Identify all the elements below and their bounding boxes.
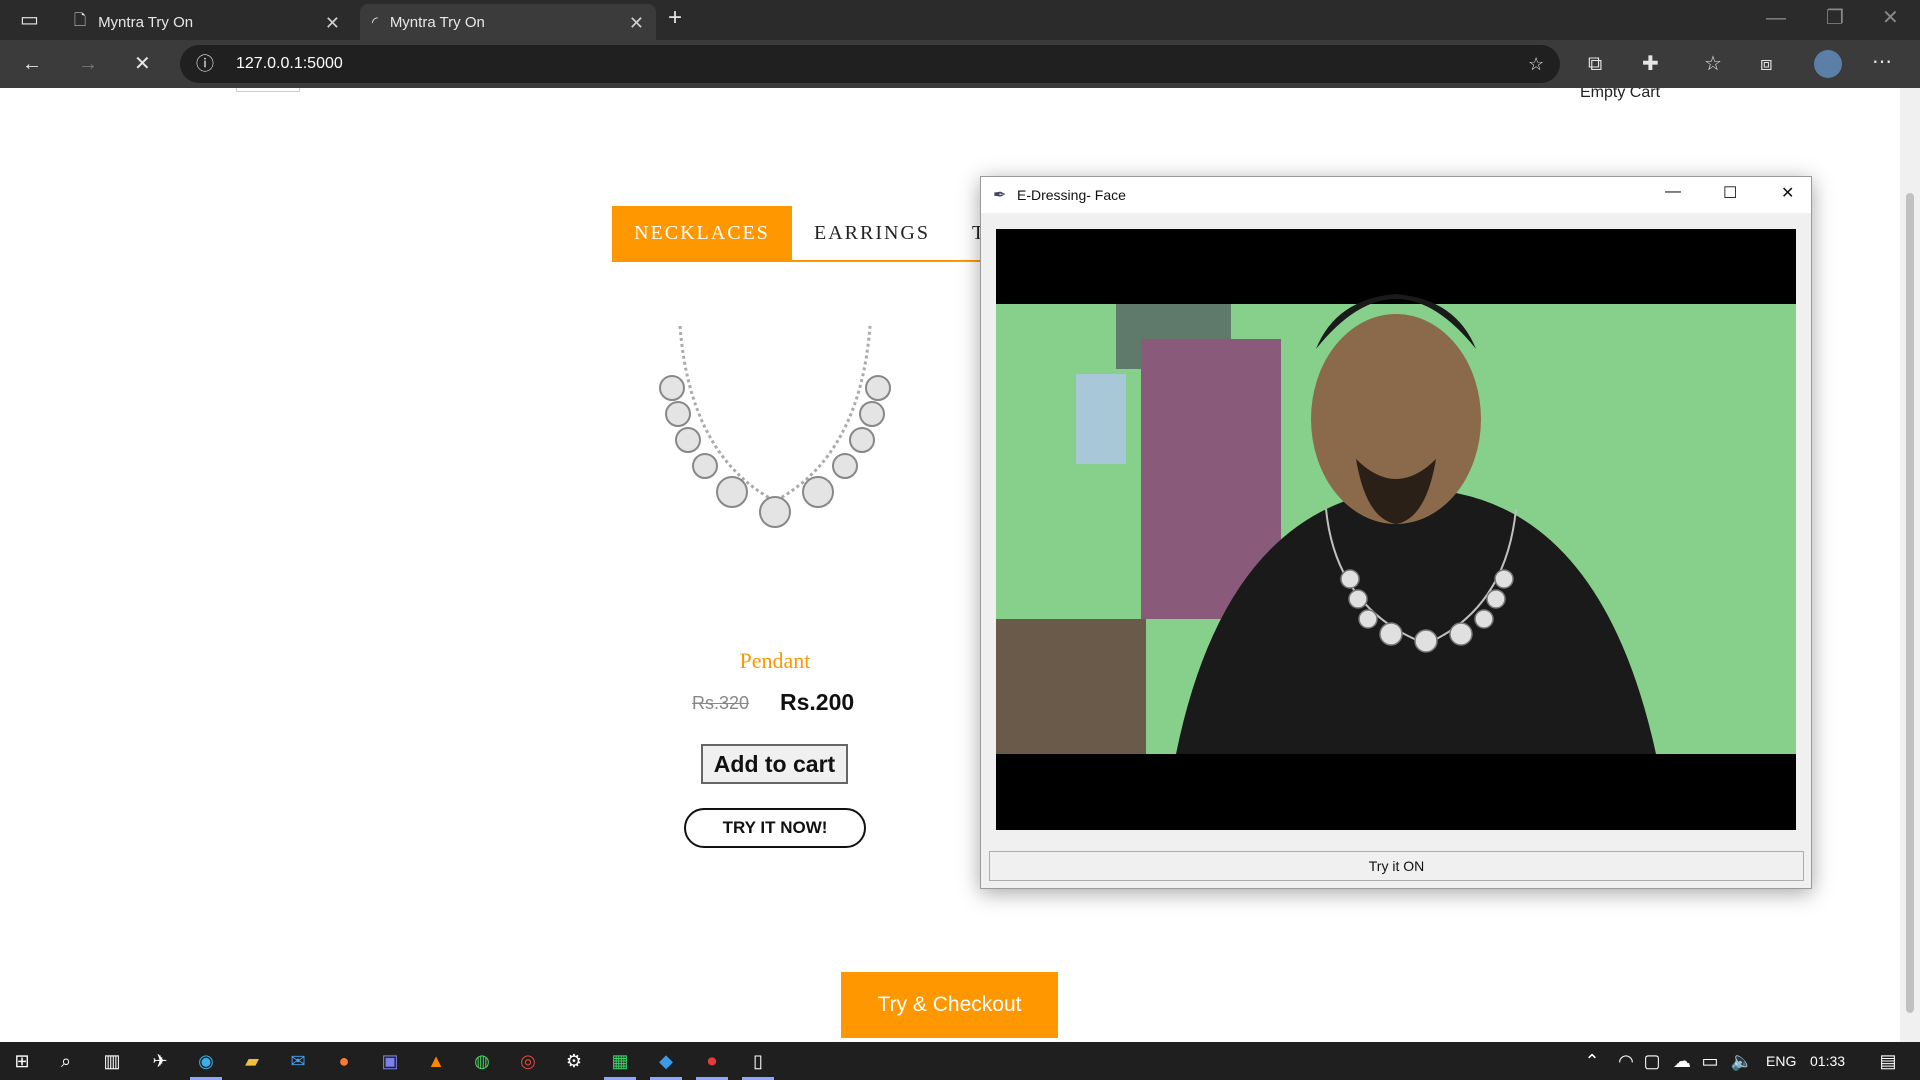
restore-icon[interactable]: ❐ <box>1826 8 1844 28</box>
camera-feed <box>996 229 1796 830</box>
page-icon: 🗋 <box>74 11 87 29</box>
minimize-icon[interactable]: — <box>1766 8 1786 28</box>
teams-icon[interactable]: ▣ <box>368 1042 412 1080</box>
favorite-add-icon[interactable]: ☆ <box>1528 54 1544 74</box>
tab-necklaces[interactable]: NECKLACES <box>612 206 792 261</box>
app-icon-2[interactable]: ▦ <box>598 1042 642 1080</box>
tab-close-icon[interactable]: ✕ <box>629 13 644 34</box>
window-title: E-Dressing- Face <box>1017 187 1126 203</box>
close-window-icon[interactable]: ✕ <box>1882 8 1899 28</box>
tab-close-icon[interactable]: ✕ <box>325 13 340 34</box>
tab-actions-icon[interactable]: ▭ <box>20 10 39 30</box>
volume-icon[interactable]: 🔈 <box>1720 1042 1764 1080</box>
collections-icon[interactable]: ⧈ <box>1760 54 1773 74</box>
firefox-icon[interactable]: ● <box>322 1042 366 1080</box>
mail-icon[interactable]: ✉ <box>276 1042 320 1080</box>
vscode-icon[interactable]: ◆ <box>644 1042 688 1080</box>
stop-icon[interactable]: ✕ <box>134 54 151 74</box>
minimize-icon[interactable]: — <box>1665 183 1681 201</box>
forward-icon[interactable]: → <box>78 54 98 74</box>
window-titlebar[interactable]: ✒ E-Dressing- Face — ☐ ✕ <box>981 177 1811 213</box>
favorites-icon[interactable]: ☆ <box>1704 54 1722 74</box>
record-icon[interactable]: ⏺ <box>690 1042 734 1080</box>
start-icon[interactable]: ⊞ <box>0 1042 44 1080</box>
browser-toolbar: ← → ✕ ⓘ 127.0.0.1:5000 ☆ ⧉ ✚ ☆ ⧈ ⋯ <box>0 40 1920 88</box>
clock[interactable]: 01:33 <box>1810 1053 1845 1069</box>
e-dressing-window: ✒ E-Dressing- Face — ☐ ✕ Try it ON <box>980 176 1812 889</box>
add-to-cart-button[interactable]: Add to cart <box>701 744 848 784</box>
back-icon[interactable]: ← <box>22 54 42 74</box>
settings-icon[interactable]: ⚙ <box>552 1042 596 1080</box>
more-menu-icon[interactable]: ⋯ <box>1872 52 1892 72</box>
task-view-icon[interactable]: ▥ <box>90 1042 134 1080</box>
browser-tab-bar: ▭ 🗋 Myntra Try On ✕ ◜ Myntra Try On ✕ + … <box>0 0 1920 40</box>
search-icon[interactable]: ⌕ <box>44 1042 88 1080</box>
product-image <box>659 325 891 528</box>
file-explorer-icon[interactable]: ▰ <box>230 1042 274 1080</box>
notifications-icon[interactable]: ▤ <box>1866 1042 1910 1080</box>
url-text: 127.0.0.1:5000 <box>236 55 343 72</box>
app-icon[interactable]: ✈ <box>138 1042 182 1080</box>
tab-title: Myntra Try On <box>389 13 485 31</box>
empty-cart-link[interactable]: Empty Cart <box>1580 88 1660 102</box>
extension-icon[interactable]: ⧉ <box>1588 54 1602 74</box>
browser-tab-1[interactable]: 🗋 Myntra Try On ✕ <box>62 4 352 40</box>
edge-icon[interactable]: ◉ <box>184 1042 228 1080</box>
extensions-puzzle-icon[interactable]: ✚ <box>1642 54 1659 74</box>
address-bar[interactable]: ⓘ 127.0.0.1:5000 ☆ <box>180 45 1560 83</box>
old-price: Rs.320 <box>692 693 750 713</box>
try-and-checkout-button[interactable]: Try & Checkout <box>841 972 1058 1038</box>
page-scrollbar[interactable] <box>1900 88 1920 1042</box>
whatsapp-icon[interactable]: ◍ <box>460 1042 504 1080</box>
webcam-image <box>996 294 1796 754</box>
new-price: Rs.200 <box>780 689 855 715</box>
document-icon[interactable]: ▯ <box>736 1042 780 1080</box>
profile-avatar[interactable] <box>1814 50 1842 78</box>
loading-icon: ◜ <box>372 14 378 31</box>
chrome-icon[interactable]: ◎ <box>506 1042 550 1080</box>
info-icon[interactable]: ⓘ <box>196 54 214 74</box>
close-icon[interactable]: ✕ <box>1781 183 1794 203</box>
try-it-on-button[interactable]: Try it ON <box>989 851 1804 881</box>
category-underline <box>612 260 982 262</box>
browser-tab-2[interactable]: ◜ Myntra Try On ✕ <box>360 4 656 40</box>
tab-earrings[interactable]: EARRINGS <box>792 206 952 261</box>
tab-title: Myntra Try On <box>98 13 194 31</box>
maximize-icon[interactable]: ☐ <box>1723 183 1737 203</box>
new-tab-icon[interactable]: + <box>668 6 682 30</box>
language-indicator[interactable]: ENG <box>1766 1053 1796 1069</box>
windows-taskbar: ⊞ ⌕ ▥ ✈ ◉ ▰ ✉ ● ▣ ▲ ◍ ◎ ⚙ ▦ ◆ ⏺ ▯ ⌃ ◠ ▢ … <box>0 1042 1920 1080</box>
scroll-thumb[interactable] <box>1906 193 1914 1013</box>
vlc-icon[interactable]: ▲ <box>414 1042 458 1080</box>
feather-icon: ✒ <box>993 187 1007 204</box>
product-name: Pendant <box>739 648 811 673</box>
top-divider <box>236 88 300 92</box>
try-it-now-button[interactable]: TRY IT NOW! <box>684 808 866 848</box>
